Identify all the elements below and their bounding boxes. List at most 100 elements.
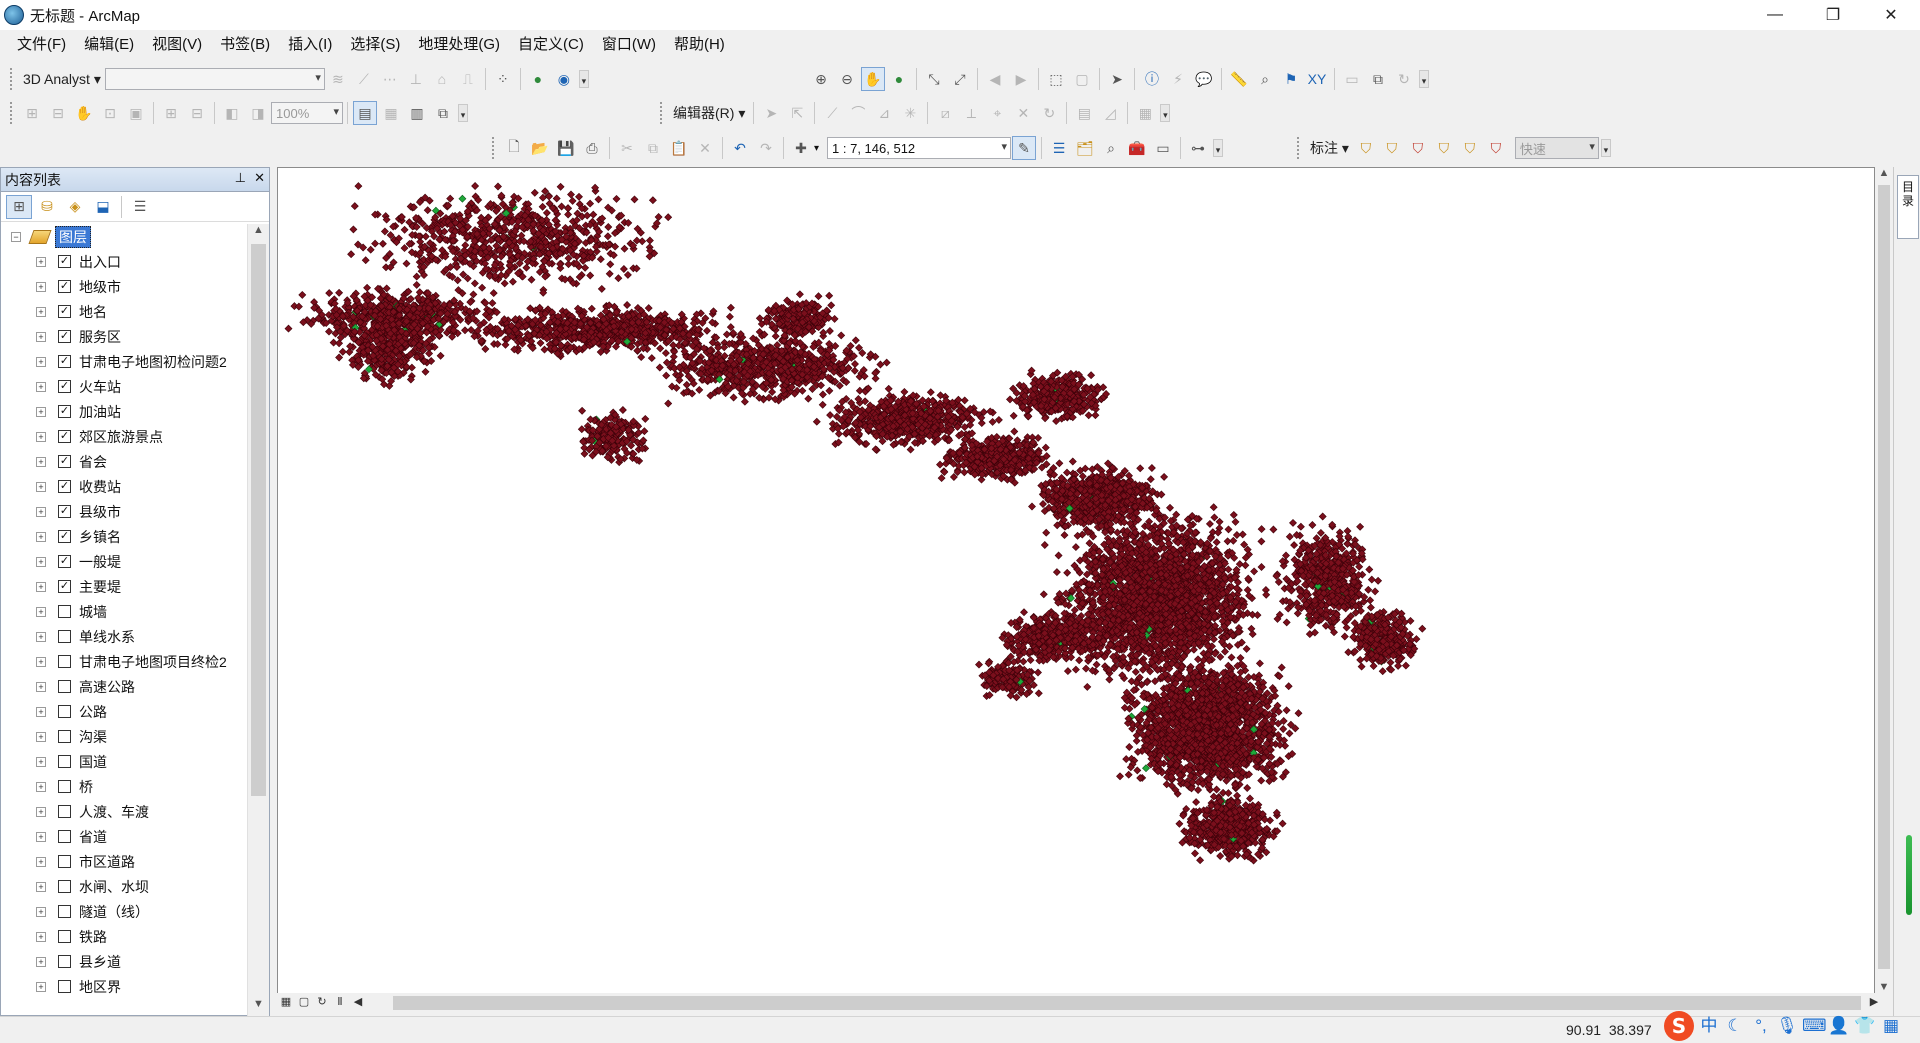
layer-visibility-checkbox[interactable]: ✓ <box>58 330 71 343</box>
point-icon[interactable]: ✳ <box>898 101 922 125</box>
label-weights-icon[interactable]: ⛉ <box>1406 136 1430 160</box>
paste-icon[interactable]: 📋 <box>667 136 691 160</box>
layer-row[interactable]: + ✓ 郊区旅游景点 <box>1 424 247 449</box>
layer-row[interactable]: + ✓ 出入口 <box>1 249 247 274</box>
expand-icon[interactable]: + <box>36 282 46 292</box>
identify-info-icon[interactable]: ⓘ <box>1140 67 1164 91</box>
endpoint-arc-icon[interactable]: ⌒ <box>846 101 870 125</box>
toolbar-overflow-icon[interactable]: ▾ <box>1601 139 1611 157</box>
layer-row[interactable]: + 省道 <box>1 824 247 849</box>
zoom-out-icon[interactable]: ⊖ <box>835 67 859 91</box>
layer-row[interactable]: + 县乡道 <box>1 949 247 974</box>
toc-scrollbar[interactable]: ▲ ▼ <box>247 224 269 1016</box>
scroll-up-icon[interactable]: ▲ <box>248 224 269 242</box>
layer-name[interactable]: 火车站 <box>79 377 121 397</box>
toolbar-overflow-icon[interactable]: ▾ <box>1160 104 1170 122</box>
toc-scroll-thumb[interactable] <box>251 244 266 796</box>
zoom-100-icon[interactable]: ▣ <box>124 101 148 125</box>
menu-windows[interactable]: 窗口(W) <box>593 32 665 58</box>
layer-name[interactable]: 地名 <box>79 302 107 322</box>
expand-icon[interactable]: + <box>36 357 46 367</box>
lock-labels-icon[interactable]: ⛉ <box>1380 136 1404 160</box>
html-popup-icon[interactable]: 💬 <box>1192 67 1216 91</box>
zoom-whole-page-icon[interactable]: ⊞ <box>20 101 44 125</box>
catalog-window-icon[interactable]: 🗂 <box>1073 136 1097 160</box>
expand-icon[interactable]: + <box>36 732 46 742</box>
label-mode-combo[interactable]: 快速 ▾ <box>1515 137 1599 159</box>
layer-row[interactable]: + ✓ 火车站 <box>1 374 247 399</box>
expand-icon[interactable]: + <box>36 882 46 892</box>
labeling-dropdown[interactable]: 标注 ▾ <box>1306 138 1353 158</box>
find-binoculars-icon[interactable]: ⌕ <box>1253 67 1277 91</box>
select-features-icon[interactable]: ⬚ <box>1044 67 1068 91</box>
expand-icon[interactable]: + <box>36 507 46 517</box>
layer-name[interactable]: 一般堤 <box>79 552 121 572</box>
layer-name[interactable]: 地区界 <box>79 977 121 997</box>
edit-tool-icon[interactable]: ➤ <box>759 101 783 125</box>
undo-icon[interactable]: ↶ <box>728 136 752 160</box>
add-data-plus-icon[interactable]: ✚ <box>789 136 813 160</box>
back-arrow-icon[interactable]: ◀ <box>983 67 1007 91</box>
layer-name[interactable]: 国道 <box>79 752 107 772</box>
layer-name[interactable]: 公路 <box>79 702 107 722</box>
3d-layer-combo[interactable]: ▾ <box>105 68 325 90</box>
menu-customize[interactable]: 自定义(C) <box>509 32 593 58</box>
layer-visibility-checkbox[interactable] <box>58 955 71 968</box>
layer-name[interactable]: 出入口 <box>79 252 121 272</box>
layer-row[interactable]: + ✓ 主要堤 <box>1 574 247 599</box>
layer-row[interactable]: + 沟渠 <box>1 724 247 749</box>
layer-visibility-checkbox[interactable] <box>58 830 71 843</box>
layer-name[interactable]: 隧道（线） <box>79 902 149 922</box>
steepest-path-icon[interactable]: ⟋ <box>352 67 376 91</box>
toolbar-overflow-icon[interactable]: ▾ <box>579 70 589 88</box>
delete-labels-icon[interactable]: ⛉ <box>1484 136 1508 160</box>
layer-visibility-checkbox[interactable]: ✓ <box>58 555 71 568</box>
layer-name[interactable]: 收费站 <box>79 477 121 497</box>
layer-visibility-checkbox[interactable] <box>58 855 71 868</box>
layer-row[interactable]: + 地区界 <box>1 974 247 999</box>
layer-name[interactable]: 城墙 <box>79 602 107 622</box>
full-extent-globe-icon[interactable]: ● <box>887 67 911 91</box>
expand-icon[interactable]: + <box>36 857 46 867</box>
layer-visibility-checkbox[interactable]: ✓ <box>58 405 71 418</box>
layer-row[interactable]: + ✓ 县级市 <box>1 499 247 524</box>
list-by-source-icon[interactable]: ⛁ <box>34 195 60 219</box>
view-unplaced-icon[interactable]: ⛉ <box>1432 136 1456 160</box>
clear-selection-icon[interactable]: ▢ <box>1070 67 1094 91</box>
layer-name[interactable]: 地级市 <box>79 277 121 297</box>
menu-view[interactable]: 视图(V) <box>143 32 211 58</box>
change-layout-icon[interactable]: ▥ <box>405 101 429 125</box>
layer-row[interactable]: + 市区道路 <box>1 849 247 874</box>
layer-visibility-checkbox[interactable]: ✓ <box>58 455 71 468</box>
layer-row[interactable]: + 国道 <box>1 749 247 774</box>
menu-bookmarks[interactable]: 书签(B) <box>211 32 279 58</box>
layout-zoom-combo[interactable]: 100% ▾ <box>271 102 343 124</box>
menu-help[interactable]: 帮助(H) <box>665 32 734 58</box>
expand-icon[interactable]: + <box>36 957 46 967</box>
trace-icon[interactable]: ⊿ <box>872 101 896 125</box>
layer-name[interactable]: 主要堤 <box>79 577 121 597</box>
layer-row[interactable]: + ✓ 加油站 <box>1 399 247 424</box>
expand-icon[interactable]: + <box>36 457 46 467</box>
pan-hand-icon[interactable]: ✋ <box>861 67 885 91</box>
pin-icon[interactable]: ⊥ <box>235 170 246 186</box>
new-document-icon[interactable]: 🗋 <box>502 136 526 160</box>
layer-row[interactable]: + 铁路 <box>1 924 247 949</box>
layer-row[interactable]: + ✓ 服务区 <box>1 324 247 349</box>
expand-icon[interactable]: + <box>36 907 46 917</box>
back-extent-page-icon[interactable]: ◧ <box>220 101 244 125</box>
layer-visibility-checkbox[interactable]: ✓ <box>58 480 71 493</box>
layer-row[interactable]: + ✓ 甘肃电子地图初检问题2 <box>1 349 247 374</box>
select-elements-arrow-icon[interactable]: ➤ <box>1105 67 1129 91</box>
profile-graph-icon[interactable]: ⎍ <box>456 67 480 91</box>
layer-row[interactable]: + ✓ 一般堤 <box>1 549 247 574</box>
point-cloud-icon[interactable]: ⁘ <box>491 67 515 91</box>
layer-name[interactable]: 单线水系 <box>79 627 135 647</box>
layer-visibility-checkbox[interactable] <box>58 680 71 693</box>
contour-icon[interactable]: ≋ <box>326 67 350 91</box>
layer-row[interactable]: + ✓ 地级市 <box>1 274 247 299</box>
layer-row[interactable]: + 桥 <box>1 774 247 799</box>
search-window-icon[interactable]: ⌕ <box>1099 136 1123 160</box>
layer-visibility-checkbox[interactable]: ✓ <box>58 430 71 443</box>
scroll-down-icon[interactable]: ▼ <box>248 998 269 1016</box>
